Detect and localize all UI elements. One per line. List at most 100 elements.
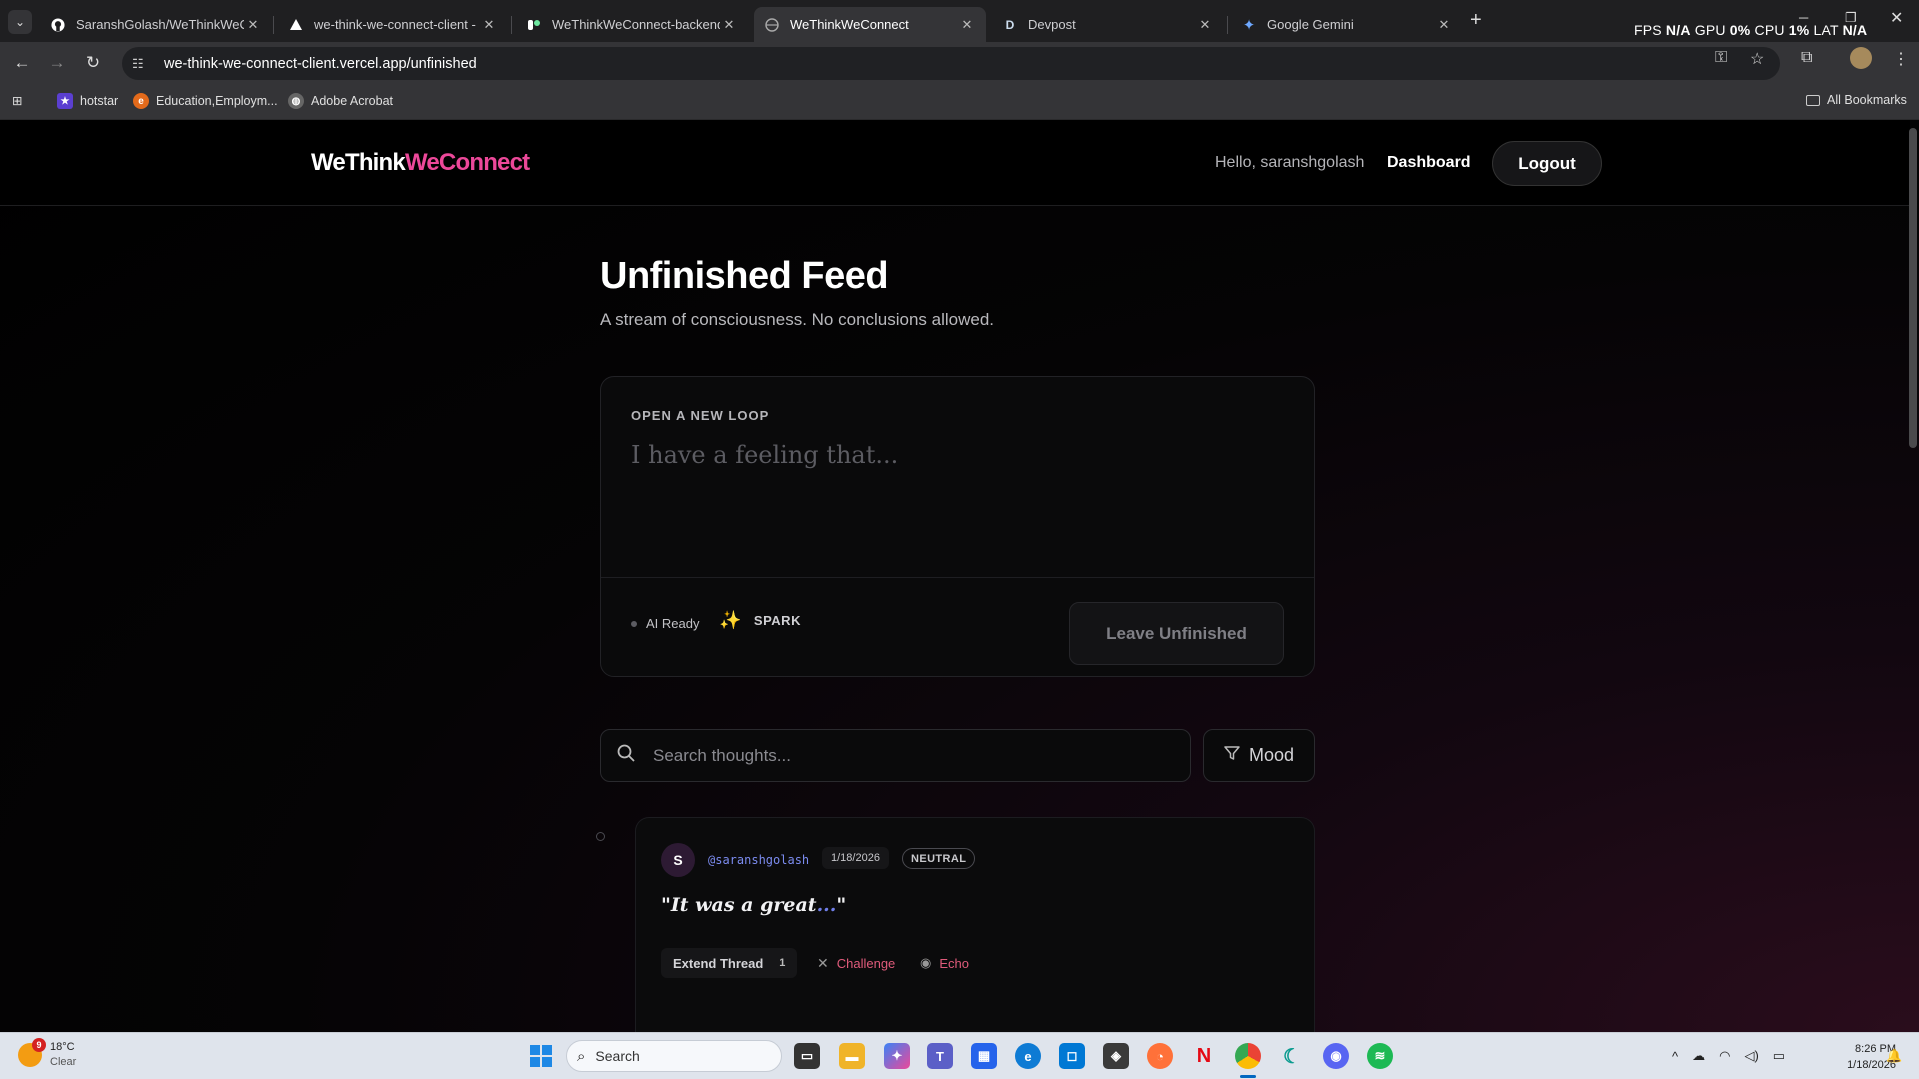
weather-temp: 18°C	[50, 1041, 75, 1053]
cursor-app-icon[interactable]: ☾	[1279, 1043, 1305, 1069]
unity-icon[interactable]: ◈	[1103, 1043, 1129, 1069]
bookmark-label: hotstar	[80, 94, 119, 108]
search-bar[interactable]	[600, 729, 1191, 782]
copilot-icon[interactable]: ✦	[884, 1043, 910, 1069]
teams-icon[interactable]: T	[927, 1043, 953, 1069]
site-info-icon[interactable]: ☷	[132, 56, 154, 72]
globe-icon: ◍	[288, 93, 304, 109]
minimize-icon[interactable]: ─	[1799, 10, 1808, 25]
bookmark-adobe-acrobat[interactable]: ◍ Adobe Acrobat	[288, 93, 393, 109]
profile-avatar[interactable]	[1850, 47, 1872, 69]
timeline-node	[596, 832, 605, 841]
challenge-button[interactable]: ✕ Challenge	[817, 955, 895, 972]
dashboard-link[interactable]: Dashboard	[1387, 154, 1471, 172]
close-icon[interactable]: ✕	[1435, 17, 1453, 33]
new-tab-button[interactable]: +	[1470, 9, 1482, 32]
system-clock[interactable]: 8:26 PM 1/18/2026	[1822, 1041, 1896, 1073]
tab-title: Google Gemini	[1267, 17, 1354, 32]
tab-wethinkweconnect[interactable]: WeThinkWeConnect ✕	[754, 7, 986, 42]
education-icon: e	[133, 93, 149, 109]
close-icon[interactable]: ✕	[958, 17, 976, 33]
forward-icon[interactable]: →	[45, 51, 69, 75]
gemini-icon: ✦	[1242, 16, 1256, 34]
web-page: WeThinkWeConnect Hello, saranshgolash Da…	[0, 120, 1919, 1032]
page-subtitle: A stream of consciousness. No conclusion…	[600, 310, 995, 329]
address-url[interactable]: we-think-we-connect-client.vercel.app/un…	[164, 56, 477, 72]
active-app-indicator	[1240, 1075, 1256, 1078]
back-icon[interactable]: ←	[10, 51, 34, 75]
mood-filter-button[interactable]: Mood	[1203, 729, 1315, 782]
close-icon[interactable]: ✕	[1196, 17, 1214, 33]
address-bar[interactable]: ☷ we-think-we-connect-client.vercel.app/…	[122, 47, 1780, 80]
reload-icon[interactable]: ↻	[81, 51, 105, 75]
search-input[interactable]	[653, 745, 1153, 766]
tab-backend[interactable]: WeThinkWeConnect-backend - ✕	[516, 7, 748, 42]
new-loop-composer: OPEN A NEW LOOP I have a feeling that...…	[600, 376, 1315, 677]
close-icon[interactable]: ✕	[244, 17, 262, 33]
leave-unfinished-button[interactable]: Leave Unfinished	[1069, 602, 1284, 665]
logo-part-2: WeConnect	[404, 149, 530, 176]
firefox-icon[interactable]: ◔	[1147, 1043, 1173, 1069]
chevron-up-icon[interactable]: ^	[1672, 1049, 1678, 1064]
post-author-handle[interactable]: @saranshgolash	[708, 853, 809, 867]
extend-thread-button[interactable]: Extend Thread 1	[661, 948, 798, 978]
windows-start-icon[interactable]	[528, 1043, 554, 1069]
tab-github[interactable]: SaranshGolash/WeThinkWeCon ✕	[40, 7, 272, 42]
tab-list-button[interactable]: ⌄	[8, 10, 32, 34]
wifi-icon[interactable]: ◠	[1719, 1048, 1730, 1064]
file-explorer-icon[interactable]: ▬	[839, 1043, 865, 1069]
browser-tab-bar: ⌄ SaranshGolash/WeThinkWeCon ✕ we-think-…	[0, 0, 1919, 42]
netflix-icon[interactable]: N	[1191, 1043, 1217, 1069]
bookmark-education[interactable]: e Education,Employm...	[133, 93, 278, 109]
thought-textarea[interactable]: I have a feeling that...	[631, 441, 1281, 531]
tab-vercel[interactable]: we-think-we-connect-client - O ✕	[278, 7, 508, 42]
echo-button[interactable]: ◉ Echo	[920, 955, 969, 971]
bookmark-hotstar[interactable]: ★ hotstar	[57, 93, 118, 109]
tab-title: WeThinkWeConnect	[790, 17, 909, 32]
quote-ellipsis: ...	[816, 894, 837, 916]
tab-gemini[interactable]: ✦ Google Gemini ✕	[1231, 7, 1463, 42]
logout-button[interactable]: Logout	[1492, 141, 1602, 186]
tab-devpost[interactable]: D Devpost ✕	[992, 7, 1224, 42]
fps-value: N/A	[1665, 22, 1691, 38]
close-icon[interactable]: ✕	[480, 17, 498, 33]
menu-kebab-icon[interactable]: ⋮	[1893, 49, 1909, 69]
all-bookmarks[interactable]: All Bookmarks	[1806, 93, 1907, 107]
page-scrollbar[interactable]	[1909, 128, 1917, 448]
edge-icon[interactable]: e	[1015, 1043, 1041, 1069]
status-dot	[631, 620, 637, 627]
onedrive-icon[interactable]: ☁	[1692, 1048, 1705, 1064]
spark-button[interactable]: ✨ SPARK	[719, 610, 801, 631]
composer-divider	[601, 577, 1314, 578]
page-title: Unfinished Feed	[600, 255, 889, 297]
outlook-icon[interactable]: ◻	[1059, 1043, 1085, 1069]
apps-grid-icon[interactable]: ⊞	[12, 93, 22, 108]
task-view-icon[interactable]: ▭	[794, 1043, 820, 1069]
eye-icon: ◉	[920, 955, 932, 970]
restore-icon[interactable]: ❐	[1845, 10, 1857, 26]
discord-icon[interactable]: ◉	[1323, 1043, 1349, 1069]
tab-separator	[273, 16, 274, 34]
spotify-icon[interactable]: ≋	[1367, 1043, 1393, 1069]
microsoft-store-icon[interactable]: ▦	[971, 1043, 997, 1069]
volume-icon[interactable]: ◁)	[1744, 1048, 1758, 1064]
swords-icon: ✕	[817, 955, 829, 971]
weather-widget[interactable]: 9 18°C Clear	[18, 1038, 76, 1070]
taskbar-search[interactable]: ⌕ Search	[566, 1040, 782, 1072]
notification-bell-icon[interactable]: 🔔	[1886, 1048, 1902, 1064]
sparkles-icon: ✨	[719, 610, 742, 630]
close-icon[interactable]: ✕	[720, 17, 738, 33]
battery-icon[interactable]: ▭	[1773, 1048, 1785, 1064]
chrome-icon[interactable]	[1235, 1043, 1261, 1069]
render-icon	[526, 17, 542, 33]
bookmark-star-icon[interactable]: ☆	[1750, 49, 1764, 69]
password-key-icon[interactable]: ⚿	[1715, 49, 1727, 67]
spark-label: SPARK	[753, 613, 801, 628]
extensions-icon[interactable]: ⧉	[1801, 49, 1812, 67]
post-quote[interactable]: "It was a great..."	[661, 894, 846, 916]
window-close-icon[interactable]: ✕	[1890, 8, 1903, 28]
performance-overlay: FPS N/A GPU 0% CPU 1% LAT N/A	[1634, 22, 1867, 38]
avatar[interactable]: S	[661, 843, 695, 877]
site-logo[interactable]: WeThinkWeConnect	[311, 149, 530, 177]
weather-sun-icon: 9	[18, 1038, 46, 1067]
